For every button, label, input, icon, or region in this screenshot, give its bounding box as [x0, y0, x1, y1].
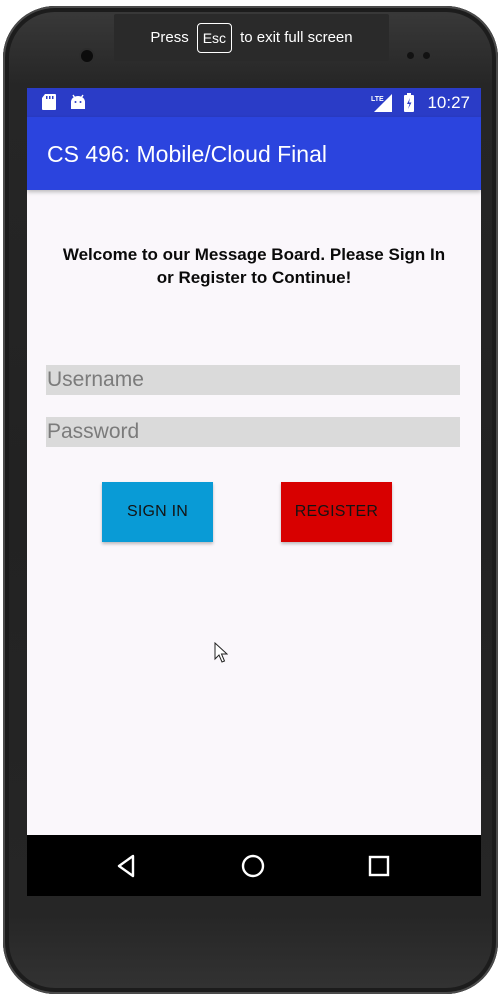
android-icon	[71, 94, 85, 109]
register-button[interactable]: REGISTER	[281, 482, 392, 542]
home-icon[interactable]	[238, 851, 268, 881]
esc-key: Esc	[196, 22, 233, 53]
phone-frame: LTE 10:27 CS 496: Mobile/Cloud Final Wel…	[3, 6, 498, 994]
mouse-pointer-icon	[214, 642, 228, 663]
sign-in-button[interactable]: SIGN IN	[102, 482, 213, 542]
recents-icon[interactable]	[364, 851, 394, 881]
fullscreen-exit-banner: Press Esc to exit full screen	[114, 14, 389, 61]
app-title: CS 496: Mobile/Cloud Final	[47, 141, 327, 167]
svg-text:LTE: LTE	[371, 96, 384, 103]
clock: 10:27	[427, 93, 470, 112]
banner-press-text: Press	[150, 29, 189, 46]
navigation-bar	[27, 835, 481, 896]
front-camera	[81, 50, 93, 62]
banner-exit-text: to exit full screen	[240, 29, 353, 46]
device-screen: LTE 10:27 CS 496: Mobile/Cloud Final Wel…	[27, 88, 481, 896]
sd-card-icon	[42, 94, 56, 110]
lte-signal-icon: LTE	[371, 94, 392, 112]
password-input[interactable]	[46, 417, 460, 447]
battery-icon	[404, 93, 414, 112]
username-input[interactable]	[46, 365, 460, 395]
welcome-line-1: Welcome to our Message Board. Please Sig…	[62, 245, 446, 264]
proximity-sensor	[407, 52, 414, 59]
back-icon[interactable]	[112, 851, 142, 881]
welcome-line-2: or Register to Continue!	[156, 268, 352, 287]
welcome-message: Welcome to our Message Board. Please Sig…	[37, 243, 471, 289]
light-sensor	[423, 52, 430, 59]
app-bar: CS 496: Mobile/Cloud Final	[27, 117, 481, 190]
status-bar: LTE 10:27	[27, 88, 481, 117]
